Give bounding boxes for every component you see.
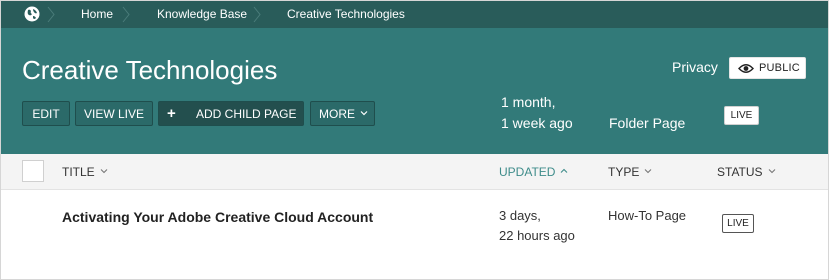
more-label: MORE	[319, 107, 355, 121]
chevron-down-icon	[644, 169, 652, 174]
add-child-page-label: ADD CHILD PAGE	[196, 107, 297, 121]
column-title-label: TITLE	[62, 165, 95, 179]
chevron-down-icon	[100, 169, 108, 174]
header-type: Folder Page	[609, 115, 686, 131]
breadcrumb-knowledge-base[interactable]: Knowledge Base	[157, 7, 247, 21]
breadcrumb: Home Knowledge Base Creative Technologie…	[1, 1, 828, 28]
view-live-button[interactable]: VIEW LIVE	[75, 101, 153, 126]
more-button[interactable]: MORE	[310, 101, 375, 126]
eye-icon	[738, 64, 754, 73]
chevron-down-icon	[768, 169, 775, 174]
column-type[interactable]: TYPE	[608, 165, 652, 179]
row-updated-line1: 3 days,	[499, 208, 541, 223]
status-badge: LIVE	[724, 106, 759, 125]
column-updated-label: UPDATED	[499, 165, 556, 179]
column-status[interactable]: STATUS	[717, 165, 776, 179]
table-header: TITLE UPDATED TYPE STATUS	[1, 154, 828, 190]
row-updated-line2: 22 hours ago	[499, 228, 575, 243]
column-status-label: STATUS	[717, 165, 763, 179]
row-updated: 3 days, 22 hours ago	[499, 206, 575, 246]
table-row[interactable]: Activating Your Adobe Creative Cloud Acc…	[1, 190, 828, 260]
chevron-right-icon	[122, 6, 130, 23]
page-frame: Home Knowledge Base Creative Technologie…	[0, 0, 829, 280]
page-title: Creative Technologies	[22, 55, 278, 85]
breadcrumb-home[interactable]: Home	[81, 7, 113, 21]
column-title[interactable]: TITLE	[62, 165, 108, 179]
add-child-page-button[interactable]: + ADD CHILD PAGE	[158, 101, 304, 126]
edit-button[interactable]: EDIT	[22, 101, 70, 126]
globe-icon[interactable]	[24, 6, 40, 22]
row-status-badge: LIVE	[722, 214, 754, 233]
header-updated: 1 month, 1 week ago	[501, 92, 573, 134]
privacy-toggle[interactable]: PUBLIC	[729, 57, 806, 79]
header-updated-line2: 1 week ago	[501, 115, 573, 131]
chevron-up-icon	[561, 168, 568, 173]
breadcrumb-current[interactable]: Creative Technologies	[287, 7, 405, 21]
page-header: Creative Technologies Privacy PUBLIC EDI…	[1, 28, 828, 154]
row-type: How-To Page	[608, 208, 687, 223]
select-all-checkbox[interactable]	[22, 160, 44, 182]
privacy-value: PUBLIC	[759, 62, 800, 74]
chevron-down-icon	[360, 111, 368, 116]
column-type-label: TYPE	[608, 165, 640, 179]
header-updated-line1: 1 month,	[501, 94, 556, 110]
privacy-label: Privacy	[672, 59, 718, 75]
chevron-right-icon	[253, 6, 261, 23]
chevron-right-icon	[47, 6, 55, 23]
column-updated[interactable]: UPDATED	[499, 165, 568, 179]
row-title-link[interactable]: Activating Your Adobe Creative Cloud Acc…	[62, 209, 373, 225]
plus-icon: +	[167, 105, 176, 122]
